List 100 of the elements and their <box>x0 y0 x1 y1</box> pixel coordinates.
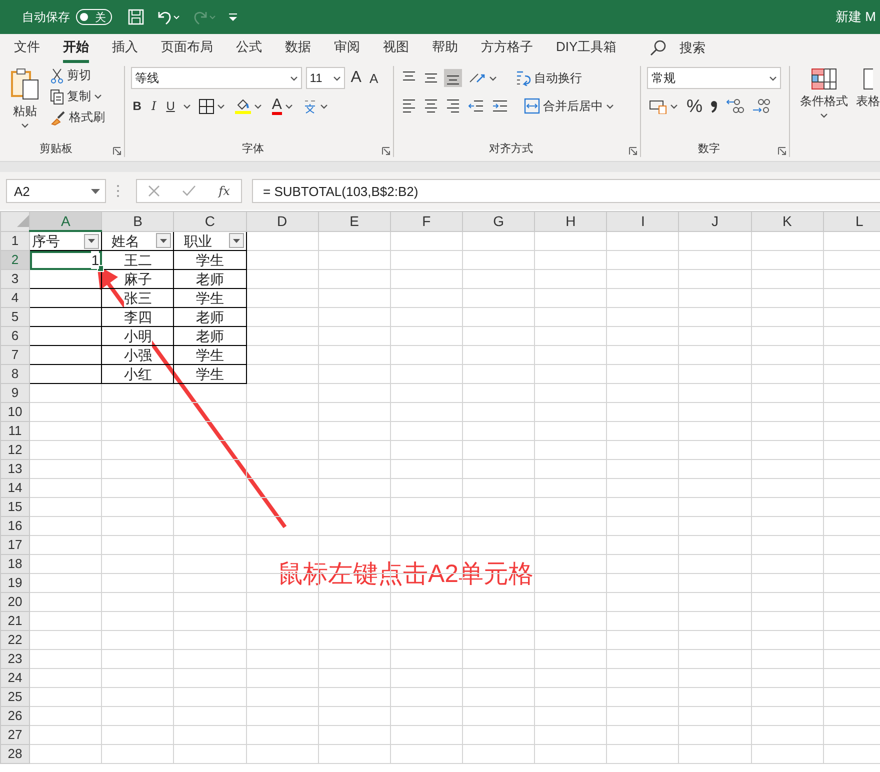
table-cell[interactable]: 王二 <box>102 250 174 270</box>
launcher-icon[interactable] <box>112 147 121 155</box>
filter-button[interactable] <box>156 233 172 248</box>
format-painter-button[interactable]: 格式刷 <box>48 108 107 127</box>
table-cell[interactable]: 小明 <box>102 326 174 346</box>
row-header[interactable]: 3 <box>0 270 30 288</box>
table-cell[interactable]: 学生 <box>174 346 246 364</box>
column-header[interactable]: G <box>462 212 535 231</box>
decrease-indent-button[interactable] <box>466 98 486 114</box>
table-cell[interactable]: 李四 <box>102 308 174 326</box>
row-header[interactable]: 7 <box>0 346 30 364</box>
table-cell[interactable]: 小红 <box>102 364 174 384</box>
row-header[interactable]: 9 <box>0 384 30 402</box>
undo-icon[interactable] <box>156 9 180 25</box>
row-header[interactable]: 24 <box>0 668 30 688</box>
row-header[interactable]: 12 <box>0 440 30 460</box>
ribbon-tab[interactable]: DIY工具箱 <box>556 34 617 62</box>
row-header[interactable]: 23 <box>0 650 30 668</box>
row-header[interactable]: 13 <box>0 460 30 478</box>
filter-button[interactable] <box>228 233 244 248</box>
table-cell[interactable]: 学生 <box>174 364 246 384</box>
column-header[interactable]: B <box>102 212 174 231</box>
column-header[interactable]: L <box>823 212 880 231</box>
column-header[interactable]: D <box>246 212 318 231</box>
row-header[interactable]: 17 <box>0 536 30 554</box>
row-header[interactable]: 27 <box>0 726 30 744</box>
launcher-icon[interactable] <box>778 147 786 155</box>
copy-button[interactable]: 复制 <box>48 87 107 106</box>
table-format-button[interactable]: 表格 <box>856 66 880 157</box>
align-button[interactable] <box>422 97 440 115</box>
name-box[interactable]: A2 <box>6 179 106 203</box>
column-header[interactable]: E <box>318 212 390 231</box>
column-header[interactable]: K <box>751 212 824 231</box>
number-format-field[interactable]: 常规 <box>647 67 782 89</box>
row-header[interactable]: 2 <box>0 250 30 270</box>
row-header[interactable]: 25 <box>0 688 30 706</box>
table-cell[interactable]: 老师 <box>174 326 246 346</box>
row-header[interactable]: 15 <box>0 498 30 516</box>
percent-button[interactable]: % <box>684 94 704 118</box>
column-header[interactable]: F <box>390 212 462 231</box>
row-header[interactable]: 19 <box>0 574 30 592</box>
table-cell[interactable] <box>30 308 102 326</box>
table-cell[interactable]: 老师 <box>174 308 246 326</box>
row-header[interactable]: 10 <box>0 402 30 422</box>
table-cell[interactable]: 姓名 <box>102 231 174 250</box>
conditional-format-button[interactable]: 条件格式 <box>796 66 852 157</box>
table-cell[interactable]: 职业 <box>174 231 246 250</box>
table-cell[interactable] <box>30 326 102 346</box>
row-header[interactable]: 6 <box>0 326 30 346</box>
row-header[interactable]: 8 <box>0 364 30 384</box>
underline-button[interactable]: U <box>164 98 177 114</box>
row-header[interactable]: 26 <box>0 706 30 726</box>
table-cell[interactable]: 张三 <box>102 288 174 308</box>
grow-font-button[interactable]: A <box>348 68 364 88</box>
ribbon-tab[interactable]: 文件 <box>14 34 40 62</box>
row-header[interactable]: 20 <box>0 592 30 612</box>
align-button[interactable] <box>444 69 462 87</box>
filter-button[interactable] <box>84 234 100 248</box>
ribbon-tab[interactable]: 插入 <box>112 34 138 62</box>
ribbon-tab[interactable]: 方方格子 <box>481 34 533 62</box>
ribbon-tab[interactable]: 公式 <box>236 34 262 62</box>
table-cell[interactable]: 学生 <box>174 250 246 270</box>
insert-function-button[interactable]: fx <box>218 184 230 198</box>
merge-center-button[interactable]: 合并后居中 <box>522 96 616 116</box>
increase-decimal-button[interactable] <box>724 96 746 116</box>
column-header[interactable]: H <box>534 212 607 231</box>
ribbon-tab[interactable]: 页面布局 <box>161 34 213 62</box>
borders-button[interactable] <box>196 98 227 114</box>
launcher-icon[interactable] <box>629 147 638 155</box>
decrease-decimal-button[interactable] <box>750 96 772 116</box>
ribbon-tab[interactable]: 帮助 <box>432 34 458 62</box>
paste-button[interactable]: 粘贴 <box>6 66 44 141</box>
table-cell[interactable]: 序号 <box>30 231 102 250</box>
table-cell[interactable]: 小强 <box>102 346 174 364</box>
ribbon-tab[interactable]: 数据 <box>285 34 311 62</box>
customize-icon[interactable] <box>228 12 238 22</box>
row-header[interactable]: 21 <box>0 612 30 630</box>
row-header[interactable]: 5 <box>0 308 30 326</box>
cut-button[interactable]: 剪切 <box>48 66 107 85</box>
column-header[interactable]: J <box>678 212 752 231</box>
row-header[interactable]: 14 <box>0 478 30 498</box>
align-button[interactable] <box>444 97 462 115</box>
font-color-button[interactable]: A <box>270 96 295 116</box>
row-header[interactable]: 4 <box>0 288 30 308</box>
font-size-field[interactable]: 11 <box>306 67 345 89</box>
ribbon-tab[interactable]: 视图 <box>383 34 409 62</box>
row-header[interactable]: 22 <box>0 630 30 650</box>
table-cell[interactable] <box>30 288 102 308</box>
row-header[interactable]: 1 <box>0 231 30 250</box>
search-label[interactable]: 搜索 <box>680 39 706 57</box>
shrink-font-button[interactable]: A <box>367 70 380 86</box>
formula-field[interactable]: = SUBTOTAL(103,B$2:B2) <box>252 179 880 203</box>
increase-indent-button[interactable] <box>490 98 510 114</box>
column-header[interactable]: I <box>606 212 679 231</box>
autosave-toggle[interactable]: 关 <box>76 9 112 25</box>
launcher-icon[interactable] <box>382 147 390 155</box>
table-cell[interactable] <box>30 364 102 384</box>
font-name-field[interactable]: 等线 <box>130 67 302 89</box>
row-header[interactable]: 28 <box>0 744 30 764</box>
italic-button[interactable]: I <box>149 98 158 114</box>
